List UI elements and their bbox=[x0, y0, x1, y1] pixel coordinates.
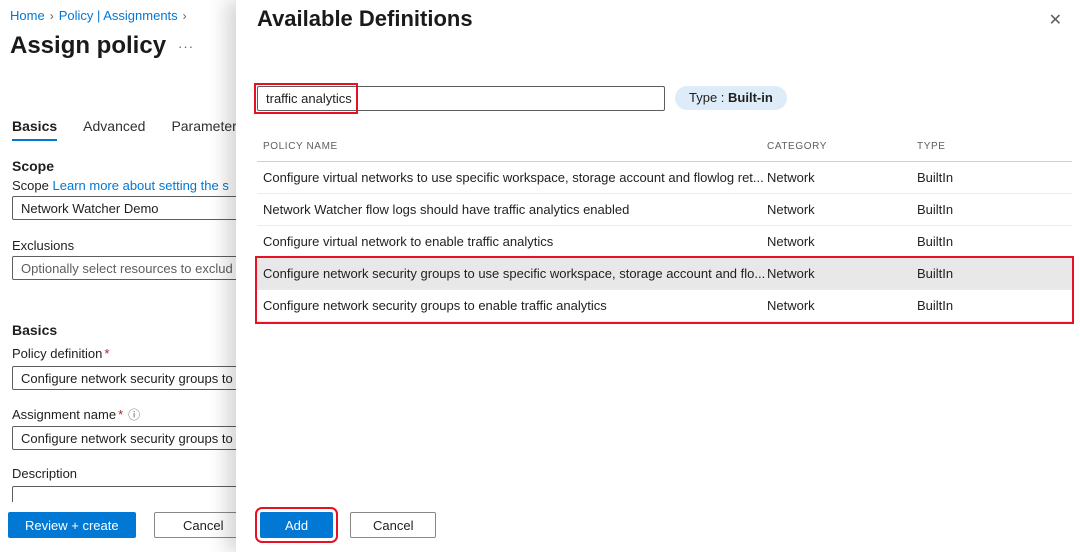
description-label: Description bbox=[12, 466, 77, 481]
table-row[interactable]: Configure virtual network to enable traf… bbox=[257, 226, 1072, 258]
scope-section-heading: Scope bbox=[12, 158, 54, 174]
tab-basics[interactable]: Basics bbox=[12, 118, 57, 141]
chevron-right-icon: › bbox=[50, 9, 54, 23]
exclusions-label: Exclusions bbox=[12, 238, 74, 253]
definition-search bbox=[257, 86, 665, 111]
pivot-tabs: Basics Advanced Parameters bbox=[12, 118, 244, 141]
chevron-right-icon: › bbox=[183, 9, 187, 23]
scope-label-text: Scope bbox=[12, 178, 49, 193]
table-row[interactable]: Configure virtual networks to use specif… bbox=[257, 162, 1072, 194]
scope-learn-more-link[interactable]: Learn more about setting the s bbox=[53, 178, 229, 193]
category-cell: Network bbox=[767, 266, 917, 281]
category-cell: Network bbox=[767, 170, 917, 185]
required-asterisk: * bbox=[104, 346, 109, 361]
type-filter-pill[interactable]: Type : Built-in bbox=[675, 86, 787, 110]
scope-field-label: Scope Learn more about setting the s bbox=[12, 178, 229, 193]
breadcrumb-policy-assignments-link[interactable]: Policy | Assignments bbox=[59, 8, 178, 23]
page-title-text: Assign policy bbox=[10, 32, 166, 59]
policy-name-cell: Configure network security groups to use… bbox=[263, 266, 767, 281]
table-row[interactable]: Network Watcher flow logs should have tr… bbox=[257, 194, 1072, 226]
more-options-icon[interactable]: ··· bbox=[178, 39, 194, 54]
type-cell: BuiltIn bbox=[917, 170, 1072, 185]
table-header-row: POLICY NAME CATEGORY TYPE bbox=[257, 132, 1072, 162]
type-cell: BuiltIn bbox=[917, 298, 1072, 313]
panel-cancel-button[interactable]: Cancel bbox=[350, 512, 436, 538]
tab-parameters[interactable]: Parameters bbox=[171, 118, 243, 141]
tab-advanced[interactable]: Advanced bbox=[83, 118, 145, 141]
category-cell: Network bbox=[767, 202, 917, 217]
panel-title: Available Definitions bbox=[257, 6, 473, 32]
column-header-category: CATEGORY bbox=[767, 141, 917, 152]
policy-name-cell: Network Watcher flow logs should have tr… bbox=[263, 202, 767, 217]
category-cell: Network bbox=[767, 298, 917, 313]
review-create-button[interactable]: Review + create bbox=[8, 512, 136, 538]
policy-name-cell: Configure virtual network to enable traf… bbox=[263, 234, 767, 249]
policy-definition-label-text: Policy definition bbox=[12, 346, 102, 361]
policy-definition-label: Policy definition* bbox=[12, 346, 109, 361]
breadcrumb-home-link[interactable]: Home bbox=[10, 8, 45, 23]
required-asterisk: * bbox=[118, 407, 123, 422]
definitions-table: POLICY NAME CATEGORY TYPE Configure virt… bbox=[257, 132, 1072, 322]
available-definitions-panel: Available Definitions ✕ Type : Built-in … bbox=[236, 0, 1080, 552]
add-button[interactable]: Add bbox=[260, 512, 333, 538]
definition-search-input[interactable] bbox=[257, 86, 665, 111]
breadcrumb: Home › Policy | Assignments › bbox=[10, 8, 192, 23]
type-filter-value: Built-in bbox=[728, 90, 773, 105]
column-header-policy-name: POLICY NAME bbox=[263, 141, 767, 152]
policy-name-cell: Configure network security groups to ena… bbox=[263, 298, 767, 313]
close-icon[interactable]: ✕ bbox=[1049, 10, 1062, 30]
assignment-name-label-text: Assignment name bbox=[12, 407, 116, 422]
type-filter-prefix: Type : bbox=[689, 90, 728, 105]
type-cell: BuiltIn bbox=[917, 266, 1072, 281]
info-icon[interactable]: ⓘ bbox=[128, 408, 140, 422]
basics-section-heading: Basics bbox=[12, 322, 57, 338]
assignment-name-label: Assignment name* ⓘ bbox=[12, 406, 140, 423]
category-cell: Network bbox=[767, 234, 917, 249]
type-cell: BuiltIn bbox=[917, 234, 1072, 249]
table-row[interactable]: Configure network security groups to ena… bbox=[257, 290, 1072, 322]
page-title: Assign policy ··· bbox=[10, 32, 194, 60]
column-header-type: TYPE bbox=[917, 141, 1072, 152]
highlighted-rows-callout: Configure network security groups to use… bbox=[257, 258, 1072, 322]
table-row-selected[interactable]: Configure network security groups to use… bbox=[257, 258, 1072, 290]
policy-name-cell: Configure virtual networks to use specif… bbox=[263, 170, 767, 185]
type-cell: BuiltIn bbox=[917, 202, 1072, 217]
